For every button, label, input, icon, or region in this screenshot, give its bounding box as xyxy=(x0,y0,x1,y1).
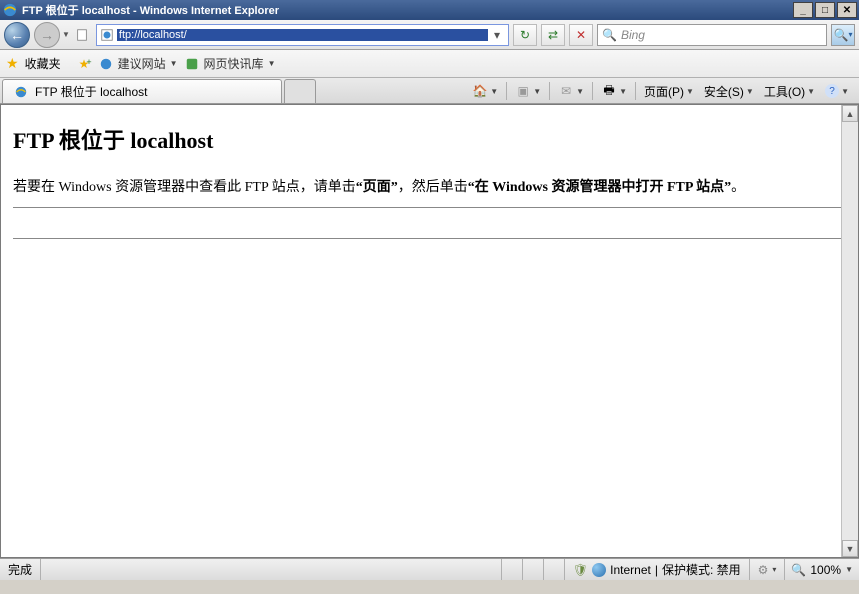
chevron-down-icon: ▼ xyxy=(170,59,178,68)
page-instruction: 若要在 Windows 资源管理器中查看此 FTP 站点，请单击“页面”，然后单… xyxy=(13,177,846,199)
page-content: FTP 根位于 localhost 若要在 Windows 资源管理器中查看此 … xyxy=(0,104,859,558)
globe-icon xyxy=(592,563,606,577)
forward-button[interactable]: → xyxy=(34,22,60,48)
url-favicon-icon xyxy=(99,27,115,43)
favorites-star-icon[interactable]: ★ xyxy=(6,55,19,72)
search-icon: 🔍 xyxy=(602,28,617,42)
help-button[interactable]: ?▼ xyxy=(821,80,853,102)
ie-logo-icon xyxy=(2,2,18,18)
stop-button[interactable]: ✕ xyxy=(569,24,593,46)
zoom-level: 100% xyxy=(810,563,841,577)
status-pane xyxy=(502,559,523,580)
chevron-down-icon: ▼ xyxy=(268,59,276,68)
back-button[interactable]: ← xyxy=(4,22,30,48)
status-pane xyxy=(481,559,502,580)
ie-icon xyxy=(98,56,114,72)
nav-history-dropdown[interactable]: ▼ xyxy=(62,30,70,39)
rss-icon: ▣ xyxy=(515,83,531,99)
vertical-scrollbar[interactable]: ▲ ▼ xyxy=(841,105,858,557)
search-input[interactable]: 🔍 Bing xyxy=(597,24,827,46)
tab-title: FTP 根位于 localhost xyxy=(35,83,147,100)
status-icon-button[interactable]: ⚙▾ xyxy=(750,559,786,580)
browser-tab[interactable]: FTP 根位于 localhost xyxy=(2,79,282,103)
mail-icon: ✉ xyxy=(558,83,574,99)
window-title: FTP 根位于 localhost - Windows Internet Exp… xyxy=(22,2,793,18)
close-button[interactable]: ✕ xyxy=(837,2,857,18)
maximize-button[interactable]: □ xyxy=(815,2,835,18)
safety-menu[interactable]: 安全(S) ▼ xyxy=(700,80,758,102)
status-pane xyxy=(523,559,544,580)
feeds-button[interactable]: ▣▼ xyxy=(511,80,545,102)
gear-icon: ⚙ xyxy=(758,563,769,577)
home-icon: 🏠 xyxy=(472,83,488,99)
divider xyxy=(13,238,846,239)
zoom-control[interactable]: 🔍 100% ▼ xyxy=(785,563,859,577)
url-text[interactable]: ftp://localhost/ xyxy=(117,29,488,41)
favorites-label[interactable]: 收藏夹 xyxy=(25,55,61,72)
address-dropdown-icon[interactable]: ▾ xyxy=(488,28,506,42)
protected-mode-label: 保护模式: 禁用 xyxy=(662,561,741,578)
tools-menu[interactable]: 工具(O) ▼ xyxy=(760,80,819,102)
help-icon: ? xyxy=(825,84,839,98)
home-button[interactable]: 🏠▼ xyxy=(468,80,502,102)
compat-view-button[interactable]: ⇄ xyxy=(541,24,565,46)
read-mail-button[interactable]: ✉▼ xyxy=(554,80,588,102)
scroll-up-button[interactable]: ▲ xyxy=(842,105,858,122)
page-heading: FTP 根位于 localhost xyxy=(13,123,846,155)
minimize-button[interactable]: _ xyxy=(793,2,813,18)
address-bar[interactable]: ftp://localhost/ ▾ xyxy=(96,24,509,46)
search-placeholder: Bing xyxy=(621,28,645,42)
refresh-button[interactable]: ↻ xyxy=(513,24,537,46)
webslice-icon xyxy=(184,56,200,72)
status-pane xyxy=(544,559,565,580)
tab-favicon-icon xyxy=(13,84,29,100)
divider xyxy=(13,207,846,208)
status-text: 完成 xyxy=(0,559,41,580)
shield-icon: 🛡 xyxy=(573,563,588,577)
zoom-icon: 🔍 xyxy=(791,563,806,577)
security-zone[interactable]: 🛡 Internet | 保护模式: 禁用 xyxy=(565,559,750,580)
scroll-down-button[interactable]: ▼ xyxy=(842,540,858,557)
print-button[interactable]: 🖶▼ xyxy=(597,80,631,102)
chevron-down-icon: ▼ xyxy=(845,565,853,574)
page-icon xyxy=(74,27,90,43)
print-icon: 🖶 xyxy=(601,83,617,99)
add-favorites-icon[interactable]: ★+ xyxy=(79,57,92,71)
new-tab-button[interactable] xyxy=(284,79,316,103)
page-menu[interactable]: 页面(P) ▼ xyxy=(640,80,698,102)
suggested-sites-link[interactable]: 建议网站 ▼ xyxy=(98,55,178,72)
search-go-button[interactable]: 🔍▾ xyxy=(831,24,855,46)
web-slice-link[interactable]: 网页快讯库 ▼ xyxy=(184,55,276,72)
